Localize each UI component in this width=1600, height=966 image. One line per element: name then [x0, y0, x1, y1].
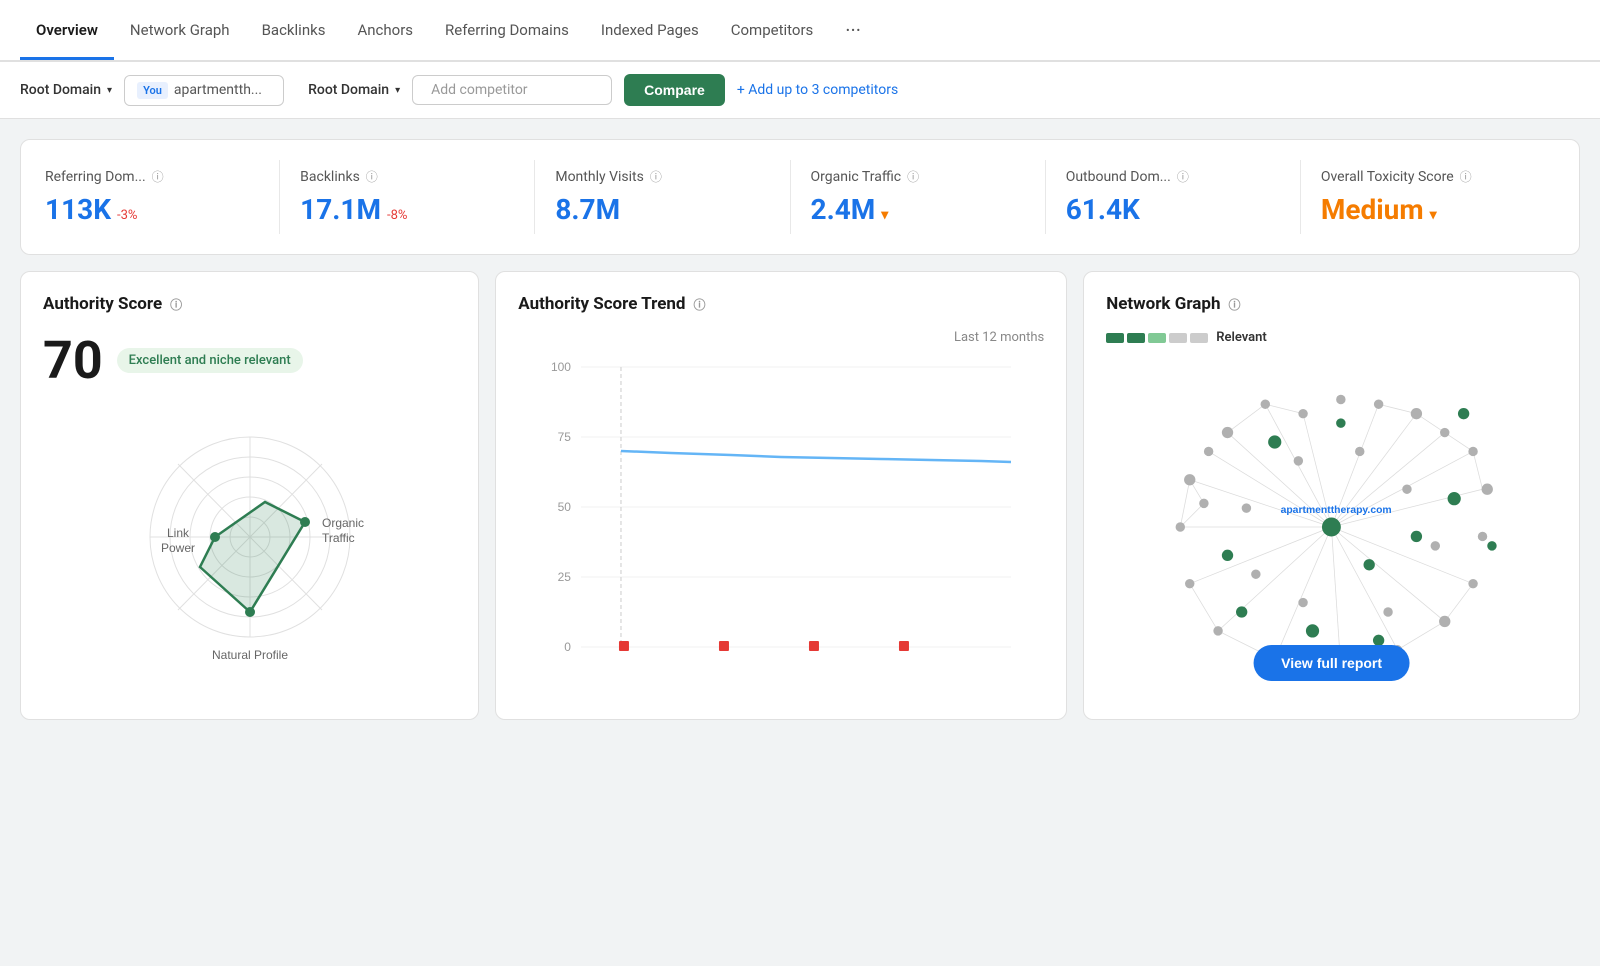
stat-value-backlinks: 17.1M [300, 193, 381, 226]
trend-card: Authority Score Trend ⓘ Last 12 months 1… [495, 271, 1067, 720]
domain-input[interactable]: You apartmentth... [124, 75, 284, 106]
svg-text:100: 100 [551, 360, 571, 374]
stat-label-outbound: Outbound Dom... [1066, 169, 1171, 185]
stat-label-referring: Referring Dom... [45, 169, 146, 185]
authority-score-card: Authority Score ⓘ 70 Excellent and niche… [20, 271, 479, 720]
nav-overview[interactable]: Overview [20, 3, 114, 60]
network-legend: Relevant [1106, 330, 1557, 345]
info-icon-backlinks[interactable]: ⓘ [366, 168, 378, 185]
root-domain-dropdown-2[interactable]: Root Domain ▾ [308, 82, 400, 98]
stat-value-monthly: 8.7M [555, 193, 620, 226]
svg-text:Traffic: Traffic [322, 531, 355, 545]
nav-backlinks[interactable]: Backlinks [246, 3, 342, 60]
stat-change-backlinks: -8% [387, 208, 407, 223]
stat-referring-domains: Referring Dom... ⓘ 113K -3% [45, 160, 280, 234]
svg-text:25: 25 [558, 570, 572, 584]
info-icon-referring[interactable]: ⓘ [152, 168, 164, 185]
nav-indexed-pages[interactable]: Indexed Pages [585, 3, 715, 60]
trend-chart: 100 75 50 25 0 [518, 353, 1044, 653]
nav-competitors[interactable]: Competitors [715, 3, 830, 60]
radar-chart: Link Power Organic Traffic Natural Profi… [110, 407, 390, 667]
root-domain-dropdown-1[interactable]: Root Domain ▾ [20, 82, 112, 98]
you-badge: You [137, 82, 168, 99]
svg-text:50: 50 [558, 500, 572, 514]
svg-text:apartmenttherapy.com: apartmenttherapy.com [1281, 505, 1392, 516]
info-icon-outbound[interactable]: ⓘ [1177, 168, 1189, 185]
competitor-placeholder: Add competitor [431, 82, 527, 98]
svg-text:0: 0 [565, 640, 572, 653]
nav-more[interactable]: ··· [837, 0, 869, 60]
stat-value-referring: 113K [45, 193, 111, 226]
view-full-report-button[interactable]: View full report [1253, 645, 1410, 681]
stat-value-organic: 2.4M [811, 193, 876, 226]
chevron-down-icon: ▾ [107, 85, 112, 96]
stat-label-monthly: Monthly Visits [555, 169, 643, 185]
svg-text:Link: Link [167, 526, 190, 540]
authority-score-badge: Excellent and niche relevant [117, 348, 303, 373]
stat-value-toxicity: Medium [1321, 193, 1424, 226]
stat-value-outbound: 61.4K [1066, 193, 1140, 226]
network-area: apartmenttherapy.com View full report [1106, 357, 1557, 697]
svg-text:Organic: Organic [322, 516, 364, 530]
nav-anchors[interactable]: Anchors [341, 3, 429, 60]
authority-title: Authority Score [43, 294, 162, 314]
stats-card: Referring Dom... ⓘ 113K -3% Backlinks ⓘ … [20, 139, 1580, 255]
info-icon-toxicity[interactable]: ⓘ [1460, 168, 1472, 185]
cards-row: Authority Score ⓘ 70 Excellent and niche… [20, 271, 1580, 720]
legend-label: Relevant [1216, 330, 1267, 345]
toxicity-arrow[interactable]: ▾ [1430, 207, 1437, 223]
nav-referring-domains[interactable]: Referring Domains [429, 3, 585, 60]
info-icon-authority[interactable]: ⓘ [170, 296, 182, 313]
stat-label-backlinks: Backlinks [300, 169, 360, 185]
info-icon-network[interactable]: ⓘ [1228, 296, 1240, 313]
toolbar: Root Domain ▾ You apartmentth... Root Do… [0, 62, 1600, 119]
svg-text:Power: Power [161, 541, 195, 555]
svg-text:75: 75 [558, 430, 572, 444]
stat-backlinks: Backlinks ⓘ 17.1M -8% [280, 160, 535, 234]
stat-toxicity: Overall Toxicity Score ⓘ Medium ▾ [1301, 160, 1555, 234]
main-content: Referring Dom... ⓘ 113K -3% Backlinks ⓘ … [0, 119, 1600, 740]
stat-label-toxicity: Overall Toxicity Score [1321, 169, 1454, 185]
chevron-down-icon-2: ▾ [395, 85, 400, 96]
add-competitors-link[interactable]: + Add up to 3 competitors [737, 82, 898, 98]
trend-title: Authority Score Trend [518, 294, 685, 314]
network-title: Network Graph [1106, 294, 1220, 314]
domain-value: apartmentth... [174, 82, 262, 98]
competitor-input[interactable]: Add competitor [412, 75, 612, 105]
stat-outbound: Outbound Dom... ⓘ 61.4K [1046, 160, 1301, 234]
info-icon-trend[interactable]: ⓘ [694, 296, 706, 313]
network-graph-card: Network Graph ⓘ Relevant [1083, 271, 1580, 720]
nav-bar: Overview Network Graph Backlinks Anchors… [0, 0, 1600, 62]
svg-text:Natural Profile: Natural Profile [212, 648, 288, 662]
organic-arrow[interactable]: ▾ [881, 207, 888, 223]
stat-change-referring: -3% [117, 208, 137, 223]
info-icon-organic[interactable]: ⓘ [907, 168, 919, 185]
nav-network-graph[interactable]: Network Graph [114, 3, 246, 60]
info-icon-monthly[interactable]: ⓘ [650, 168, 662, 185]
authority-score-number: 70 [43, 330, 103, 391]
trend-subtitle: Last 12 months [518, 330, 1044, 345]
compare-button[interactable]: Compare [624, 74, 725, 106]
stat-monthly-visits: Monthly Visits ⓘ 8.7M [535, 160, 790, 234]
stat-label-organic: Organic Traffic [811, 169, 902, 185]
stat-organic-traffic: Organic Traffic ⓘ 2.4M ▾ [791, 160, 1046, 234]
